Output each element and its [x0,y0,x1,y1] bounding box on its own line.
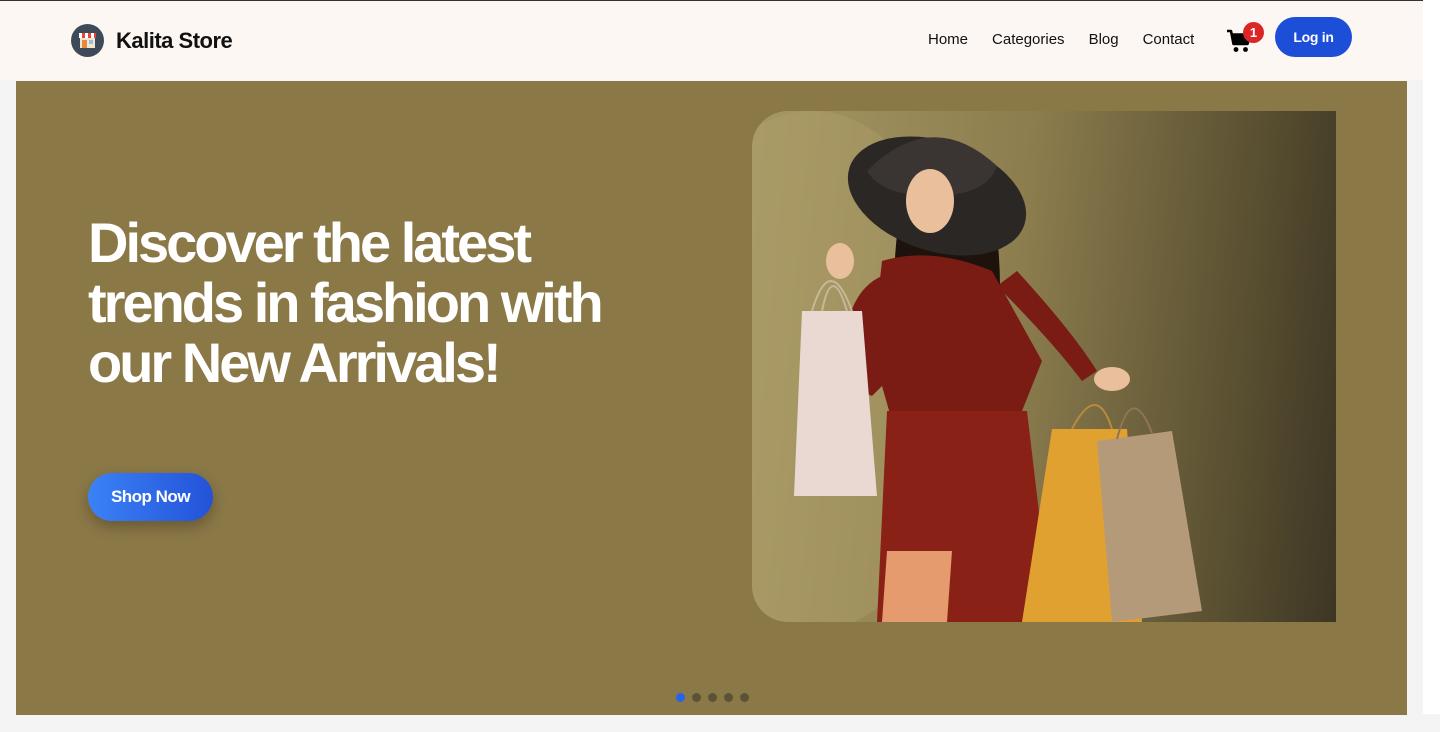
carousel-dot-2[interactable] [692,693,701,702]
nav-link-contact[interactable]: Contact [1143,31,1195,48]
hero-image [752,111,1336,622]
hero-carousel: Discover the latest trends in fashion wi… [16,81,1407,715]
scroll-gutter [1423,0,1440,714]
carousel-indicators [676,693,749,702]
navbar: Kalita Store Home Categories Blog Contac… [0,1,1423,80]
carousel-dot-3[interactable] [708,693,717,702]
carousel-dot-5[interactable] [740,693,749,702]
nav-link-home[interactable]: Home [928,31,968,48]
carousel-dot-1[interactable] [676,693,685,702]
cart-count-badge: 1 [1243,22,1264,43]
nav-links: Home Categories Blog Contact [928,31,1218,48]
hero-title: Discover the latest trends in fashion wi… [88,211,604,394]
login-button[interactable]: Log in [1275,17,1352,57]
carousel-dot-4[interactable] [724,693,733,702]
nav-link-blog[interactable]: Blog [1089,31,1119,48]
shop-now-button[interactable]: Shop Now [88,473,213,521]
brand-name: Kalita Store [116,27,233,53]
storefront-icon [71,24,104,57]
nav-link-categories[interactable]: Categories [992,31,1065,48]
brand[interactable]: Kalita Store [71,24,233,57]
